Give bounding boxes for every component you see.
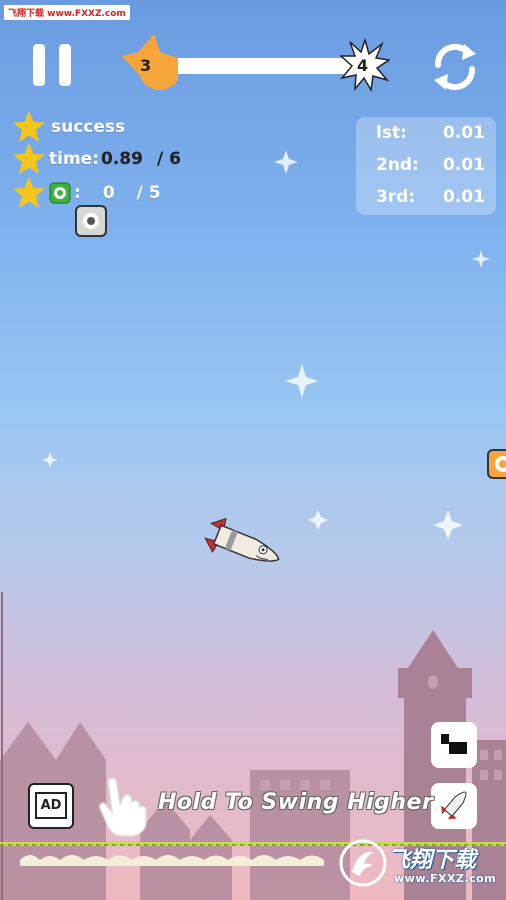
rocket-select-button[interactable] [431, 783, 477, 829]
record-value: 0.01 [443, 123, 485, 143]
rocket-icon [441, 791, 467, 820]
record-value: 0.01 [443, 155, 485, 175]
next-level-number: 4 [357, 56, 369, 75]
stamp-button[interactable] [431, 722, 477, 768]
watermark-bottom: 飞翔下载 www.FXXZ.com [338, 838, 498, 890]
pause-button[interactable] [33, 44, 71, 86]
token-gray-pickup [75, 205, 107, 237]
current-level-number: 3 [140, 56, 152, 75]
objective-time-value: 0.89 [101, 149, 143, 169]
objective-collect-value: 0 [102, 183, 115, 203]
star-icon [13, 111, 45, 142]
objective-success-label: success [51, 117, 126, 137]
star-icon [13, 143, 45, 174]
ad-button[interactable]: AD [28, 783, 74, 829]
record-rank: 3rd: [376, 187, 416, 207]
objective-time-target: / 6 [156, 149, 181, 169]
watermark-cn: 飞翔下载 [388, 848, 477, 873]
objective-time-label: time: [49, 149, 99, 169]
pause-icon [33, 44, 45, 86]
watermark-top: 飞翔下载 www.FXXZ.com [4, 5, 130, 20]
objective-success-row: success [12, 110, 242, 144]
record-rank: lst: [376, 123, 407, 143]
objective-collect-target: / 5 [136, 183, 161, 203]
record-row: lst: 0.01 [356, 123, 496, 153]
record-rank: 2nd: [376, 155, 419, 175]
ring-icon [487, 449, 506, 479]
watermark-url: www.FXXZ.com [394, 872, 497, 885]
restart-button[interactable] [428, 40, 482, 94]
hand-pointer-icon [99, 777, 147, 837]
watermark-logo-icon [339, 839, 387, 887]
record-value: 0.01 [443, 187, 485, 207]
objective-collect-label: : [74, 183, 81, 203]
ad-icon: AD [35, 792, 67, 819]
objective-time-row: time: 0.89 / 6 [12, 142, 242, 176]
record-row: 2nd: 0.01 [356, 155, 496, 185]
best-times-panel: lst: 0.01 2nd: 0.01 3rd: 0.01 [356, 117, 496, 215]
token-icon [49, 182, 71, 204]
record-row: 3rd: 0.01 [356, 187, 496, 217]
objective-collect-row: : 0 / 5 [12, 176, 242, 210]
star-icon [13, 177, 45, 208]
stamp-icon [441, 734, 467, 754]
player-rocket [204, 517, 280, 562]
hold-to-swing-hint: Hold To Swing Higher [158, 790, 434, 815]
